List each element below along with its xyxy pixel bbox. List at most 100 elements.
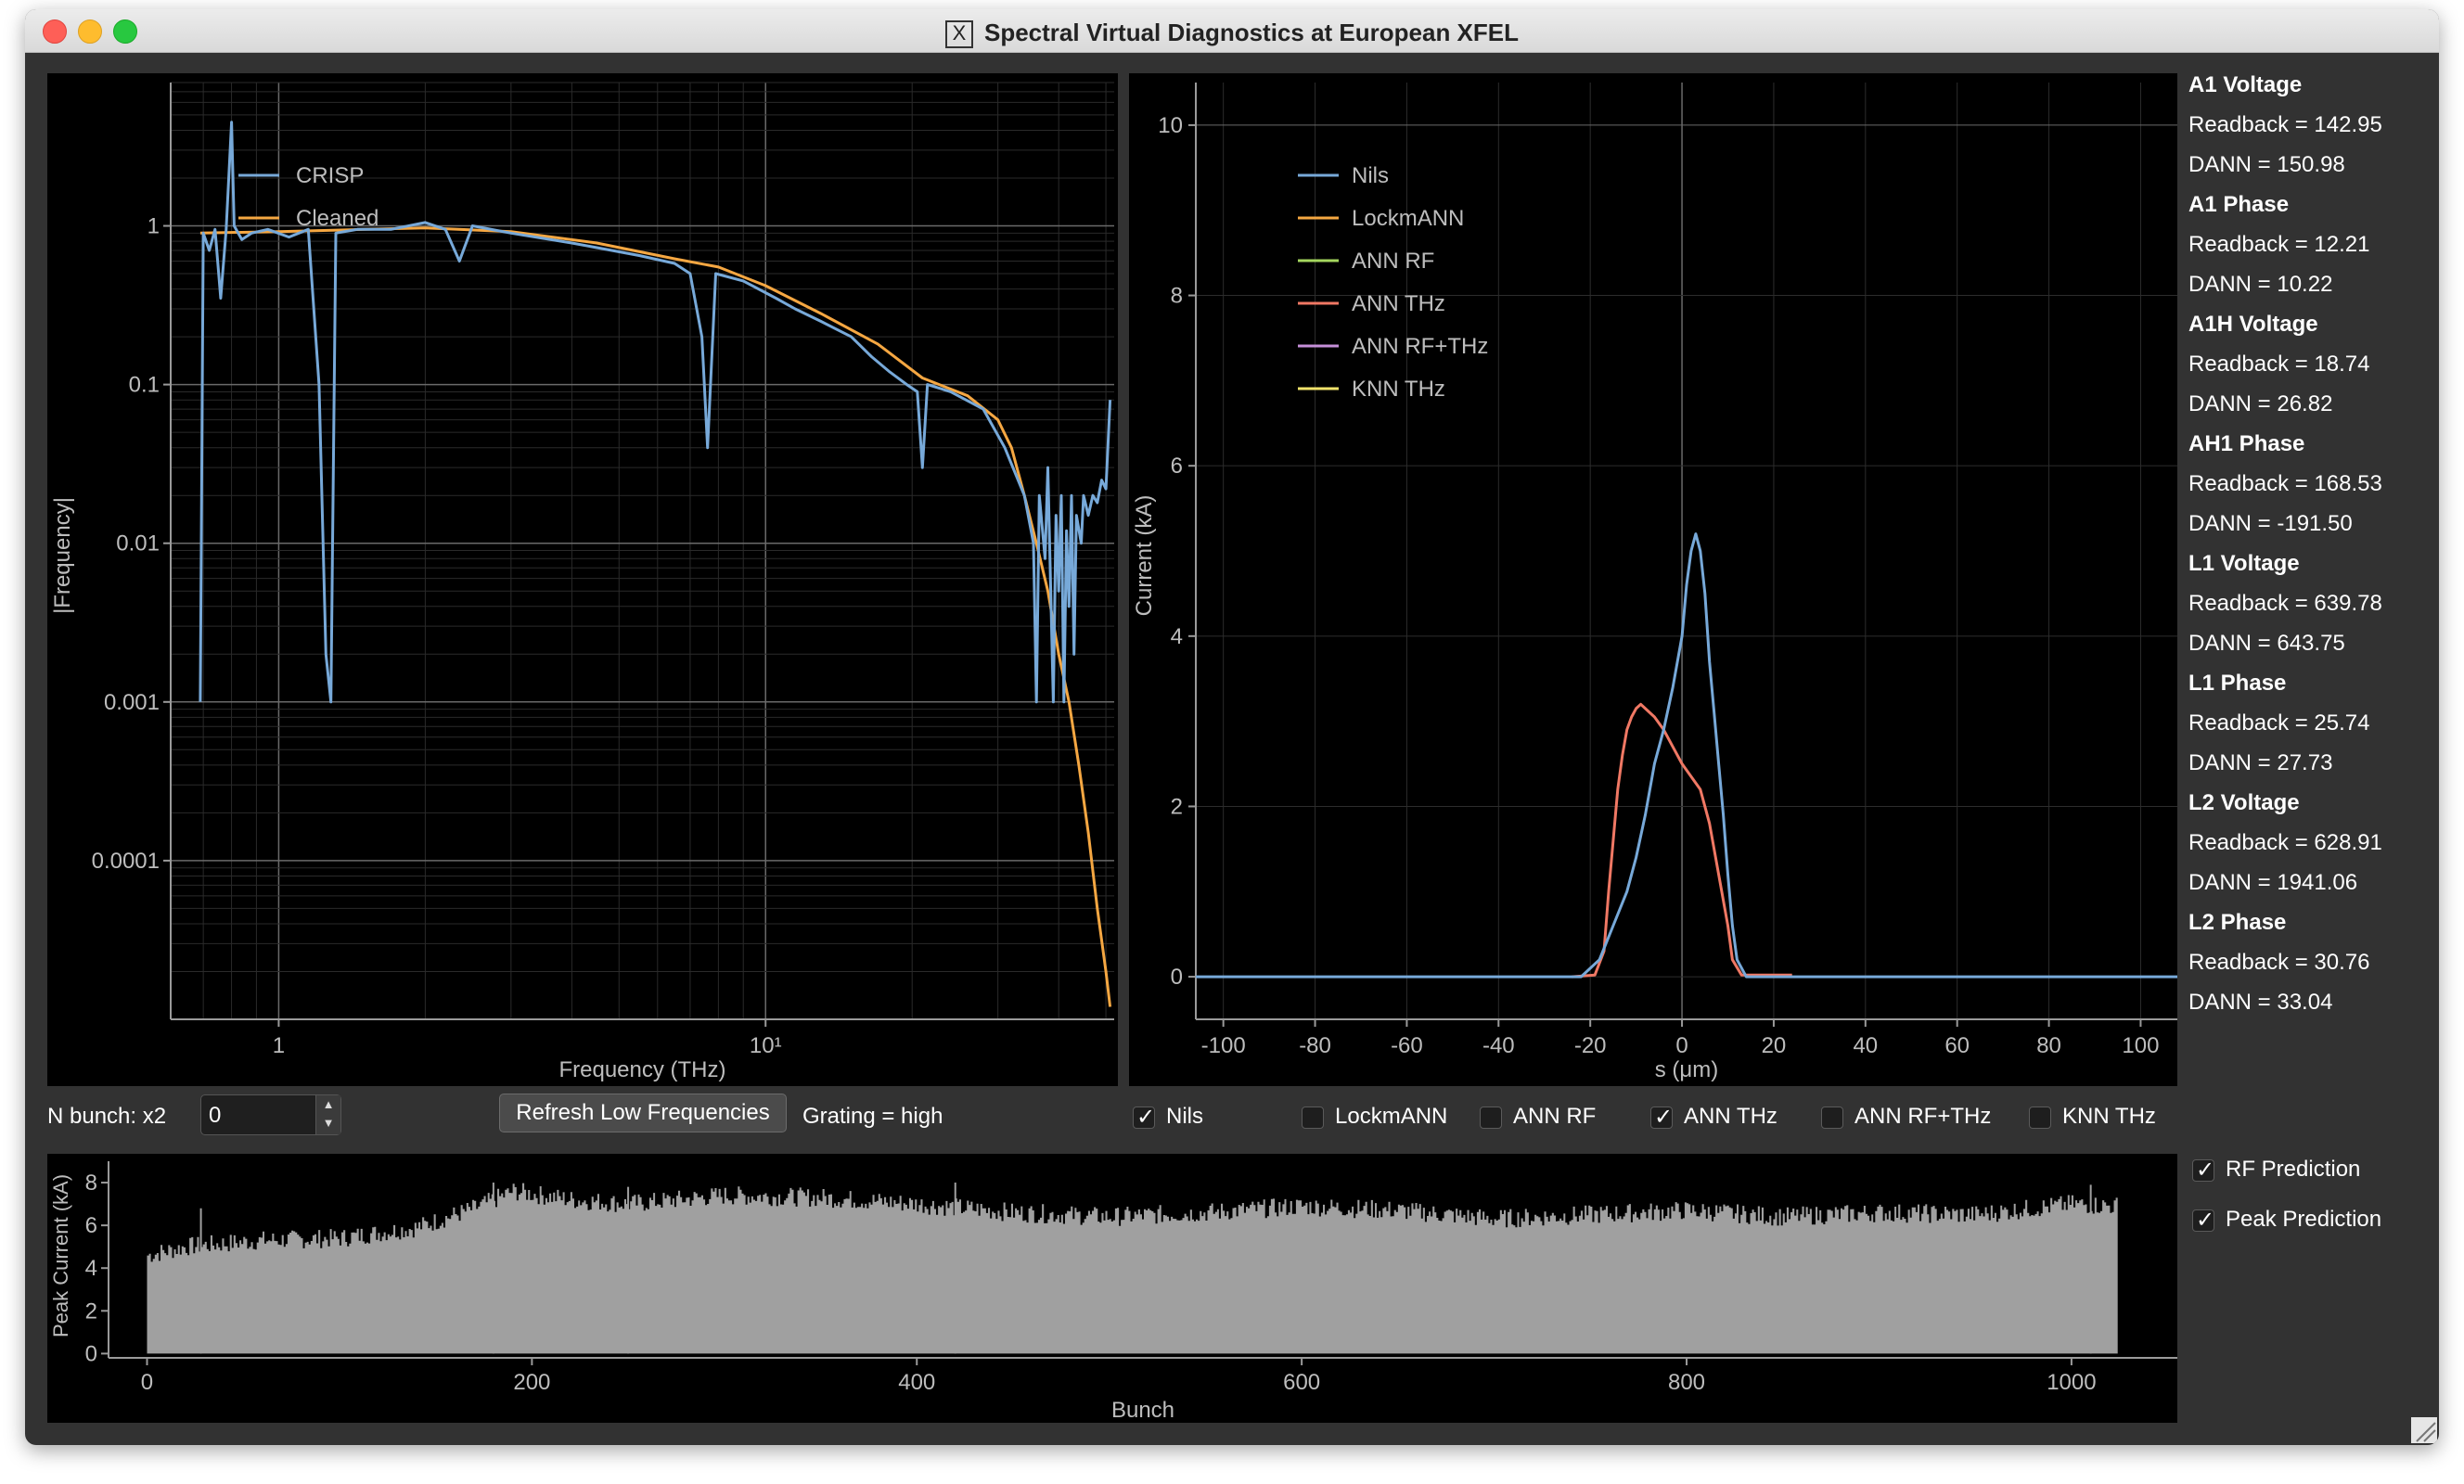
spectrum-legend-label: Cleaned <box>296 206 379 231</box>
grating-label: Grating = high <box>802 1104 943 1129</box>
current-y-tick-label: 8 <box>1171 284 1183 309</box>
bunch-x-tick-label: 800 <box>1668 1370 1705 1395</box>
spin-up-icon[interactable]: ▲ <box>316 1095 340 1114</box>
toggle-label: KNN THz <box>2062 1104 2156 1129</box>
toggle-ann-thz[interactable]: ANN THz <box>1650 1104 1777 1131</box>
current-profile-plot-panel: 0 2 4 6 8 10 -100 -80 -60 -40 -20 0 20 40 60 80 100 s (μm… <box>1129 73 2177 1086</box>
bunch-plot-panel: 0 2 4 6 8 0 200 400 600 800 1000 Bunch Peak Current … <box>47 1154 2177 1423</box>
current-x-tick-label: 20 <box>1762 1033 1787 1058</box>
readout-title: AH1 Phase <box>2188 431 2305 456</box>
refresh-low-frequencies-button[interactable]: Refresh Low Frequencies <box>499 1094 787 1132</box>
peak-prediction-check-icon[interactable] <box>2192 1207 2214 1234</box>
title-bar: X Spectral Virtual Diagnostics at Europea… <box>25 9 2439 53</box>
current-x-tick-label: 100 <box>2122 1033 2159 1058</box>
readout-readback: Readback = 18.74 <box>2188 352 2370 377</box>
spectrum-x-axis-label: Frequency (THz) <box>558 1057 725 1082</box>
window-title: Spectral Virtual Diagnostics at European… <box>984 19 1519 46</box>
current-x-tick-label: 40 <box>1853 1033 1878 1058</box>
readout-group: L1 Voltage Readback = 639.78 DANN = 643.75 <box>2188 544 2430 663</box>
current-x-tick-label: -100 <box>1201 1033 1246 1058</box>
n-bunch-label: N bunch: x2 <box>47 1104 167 1129</box>
bunch-y-tick-label: 4 <box>85 1256 97 1281</box>
spectrum-x-tick-label: 10¹ <box>750 1033 782 1058</box>
app-window: X Spectral Virtual Diagnostics at Europea… <box>25 9 2439 1445</box>
resize-grip-icon[interactable] <box>2411 1417 2437 1443</box>
toggle-knn-thz[interactable]: KNN THz <box>2029 1104 2156 1130</box>
readout-dann: DANN = 26.82 <box>2188 391 2333 416</box>
readout-readback: Readback = 142.95 <box>2188 112 2382 137</box>
toggle-label: ANN RF <box>1513 1104 1597 1129</box>
bunch-x-tick-label: 600 <box>1283 1370 1320 1395</box>
window-title-group: X Spectral Virtual Diagnostics at Europea… <box>25 19 2439 49</box>
toggle-nils[interactable]: Nils <box>1133 1104 1203 1131</box>
spinbox-arrows[interactable]: ▲ ▼ <box>315 1095 340 1134</box>
readout-title: L2 Phase <box>2188 910 2287 935</box>
current-legend-label: ANN RF+THz <box>1352 334 1488 359</box>
current-legend-label: KNN THz <box>1352 377 1445 402</box>
current-legend-label: ANN THz <box>1352 291 1445 316</box>
readout-dann: DANN = -191.50 <box>2188 511 2353 536</box>
bunch-y-tick-label: 0 <box>85 1341 97 1366</box>
readout-readback: Readback = 168.53 <box>2188 471 2382 496</box>
bunch-peak-current-plot[interactable]: 0 2 4 6 8 0 200 400 600 800 1000 Bunch Peak Current … <box>47 1154 2177 1423</box>
spectrum-y-tick-label: 1 <box>148 214 160 239</box>
spectrum-legend-label: CRISP <box>296 163 364 188</box>
bunch-y-tick-label: 6 <box>85 1213 97 1238</box>
spectrum-y-tick-label: 0.001 <box>104 690 160 715</box>
toggle-label: ANN THz <box>1684 1104 1777 1129</box>
bunch-x-tick-label: 200 <box>513 1370 550 1395</box>
checkbox-icon[interactable] <box>1821 1106 1843 1129</box>
current-x-tick-label: -40 <box>1482 1033 1515 1058</box>
toggle-lockmann[interactable]: LockmANN <box>1302 1104 1447 1130</box>
current-legend-label: Nils <box>1352 163 1389 188</box>
current-y-tick-label: 10 <box>1158 113 1183 138</box>
rf-prediction-checkbox[interactable]: RF Prediction <box>2192 1157 2360 1183</box>
spectrum-plot[interactable]: 1 0.1 0.01 0.001 0.0001 1 10¹ Frequency (THz) |F… <box>47 73 1118 1086</box>
n-bunch-value: 0 <box>209 1103 222 1128</box>
peak-prediction-checkbox[interactable]: Peak Prediction <box>2192 1207 2381 1234</box>
checkbox-icon[interactable] <box>1133 1104 1155 1131</box>
toggle-ann-rf-thz[interactable]: ANN RF+THz <box>1821 1104 1991 1130</box>
bunch-x-axis-label: Bunch <box>1111 1398 1174 1423</box>
rf-prediction-check-icon[interactable] <box>2192 1157 2214 1183</box>
readout-group: L2 Phase Readback = 30.76 DANN = 33.04 <box>2188 902 2430 1022</box>
readout-title: L2 Voltage <box>2188 790 2300 815</box>
current-profile-plot[interactable]: 0 2 4 6 8 10 -100 -80 -60 -40 -20 0 20 40 60 80 100 s (μm… <box>1129 73 2177 1086</box>
readout-readback: Readback = 25.74 <box>2188 710 2370 736</box>
bunch-y-axis-label: Peak Current (kA) <box>49 1174 72 1337</box>
readout-readback: Readback = 639.78 <box>2188 591 2382 616</box>
checkbox-icon[interactable] <box>2029 1106 2051 1129</box>
readout-group: A1H Voltage Readback = 18.74 DANN = 26.82 <box>2188 304 2430 424</box>
toggle-label: ANN RF+THz <box>1854 1104 1992 1129</box>
readout-dann: DANN = 643.75 <box>2188 631 2345 656</box>
checkbox-icon[interactable] <box>1650 1104 1673 1131</box>
readout-group: L2 Voltage Readback = 628.91 DANN = 1941.0… <box>2188 783 2430 902</box>
toggle-ann-rf[interactable]: ANN RF <box>1480 1104 1596 1130</box>
readout-title: L1 Phase <box>2188 671 2287 696</box>
current-y-tick-label: 0 <box>1171 965 1183 990</box>
n-bunch-spinbox[interactable]: 0 ▲ ▼ <box>200 1094 341 1135</box>
checkbox-icon[interactable] <box>1302 1106 1324 1129</box>
current-legend-label: ANN RF <box>1352 249 1434 274</box>
bunch-bars <box>147 1183 2118 1354</box>
spectrum-y-axis-label: |Frequency| <box>50 497 75 614</box>
readout-dann: DANN = 150.98 <box>2188 152 2345 177</box>
readout-group: AH1 Phase Readback = 168.53 DANN = -191.50 <box>2188 424 2430 544</box>
toggle-label: Nils <box>1166 1104 1203 1129</box>
bunch-x-tick-label: 1000 <box>2047 1370 2096 1395</box>
spectrum-plot-panel: 1 0.1 0.01 0.001 0.0001 1 10¹ Frequency (THz) |F… <box>47 73 1118 1086</box>
current-x-tick-label: -60 <box>1391 1033 1423 1058</box>
readout-readback: Readback = 30.76 <box>2188 950 2370 975</box>
x11-icon: X <box>945 20 973 49</box>
readout-dann: DANN = 27.73 <box>2188 750 2333 775</box>
spectrum-x-tick-label: 1 <box>273 1033 285 1058</box>
readout-title: L1 Voltage <box>2188 551 2300 576</box>
bunch-y-tick-label: 8 <box>85 1171 97 1196</box>
spin-down-icon[interactable]: ▼ <box>316 1114 340 1132</box>
readout-group: L1 Phase Readback = 25.74 DANN = 27.73 <box>2188 663 2430 783</box>
checkbox-icon[interactable] <box>1480 1106 1502 1129</box>
spectrum-y-tick-label: 0.1 <box>129 373 160 398</box>
readout-dann: DANN = 33.04 <box>2188 990 2333 1015</box>
current-x-tick-label: 80 <box>2036 1033 2061 1058</box>
spectrum-y-tick-label: 0.0001 <box>92 849 160 874</box>
